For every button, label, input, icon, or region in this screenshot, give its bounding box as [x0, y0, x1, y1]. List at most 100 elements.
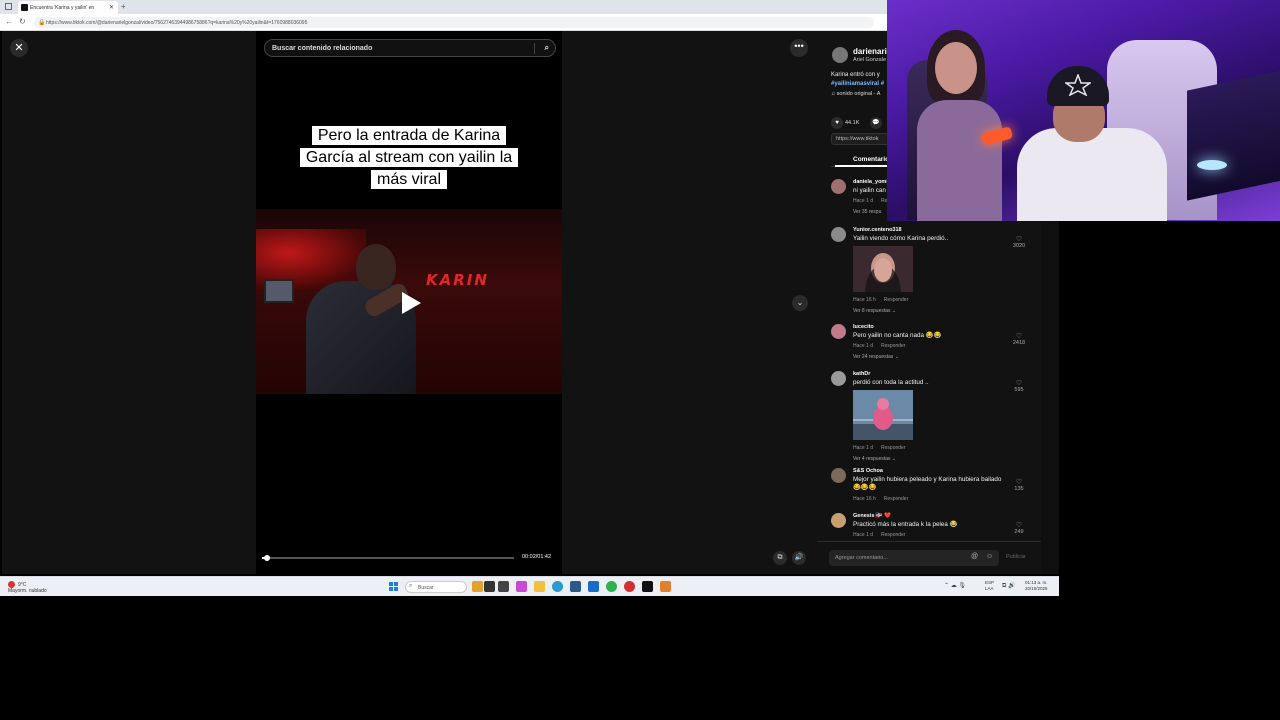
reply-button[interactable]: Responder [881, 532, 905, 538]
comment-time: Hace 16 h [853, 297, 876, 303]
comment-time: Hace 1 d [853, 343, 874, 349]
comment-like-count: 249 [1014, 529, 1024, 535]
comment-text: Mejor yailin hubiera peleado y Karina hu… [853, 476, 1002, 491]
video-caption: Pero la entrada de Karina García al stre… [294, 125, 524, 191]
taskbar-app-copilot-icon[interactable] [516, 581, 527, 592]
browser-tab[interactable]: Encuentra 'Karina y yailin' en ✕ [18, 1, 118, 14]
new-tab-button[interactable]: + [121, 2, 126, 11]
close-button[interactable]: ✕ [10, 39, 28, 57]
tiktok-icon[interactable] [642, 581, 653, 592]
comment-username[interactable]: daniela_yomi [853, 179, 888, 185]
tiktok-favicon-icon [21, 4, 28, 11]
lang-code: ESP [985, 580, 995, 585]
tab-title: Encuentra 'Karina y yailin' en [30, 5, 95, 11]
view-replies-button[interactable]: Ver 4 respuestas ⌄ [853, 456, 896, 462]
commenter-avatar[interactable] [831, 227, 846, 242]
commenter-avatar[interactable] [831, 179, 846, 194]
comment-username[interactable]: kathDr [853, 371, 870, 377]
view-replies-button[interactable]: Ver 24 respuestas ⌄ [853, 354, 899, 360]
play-icon[interactable] [396, 289, 424, 317]
comment-like[interactable]: ♡ 3020 [1007, 235, 1031, 249]
singer-head [356, 244, 396, 290]
author-avatar[interactable] [832, 47, 848, 63]
weather-widget[interactable]: 9°C Mayorm. nublado [8, 581, 47, 594]
comment-item: lucecito Pero yailin no canta nada 😂😂 Ha… [831, 324, 1031, 364]
next-video-chevron-icon[interactable]: ⌄ [792, 295, 808, 311]
comment-time: Hace 1 d [853, 198, 874, 204]
chrome-icon[interactable] [624, 581, 635, 592]
lang-layout: LAA [985, 586, 994, 591]
language-indicator[interactable]: ESP LAA [985, 580, 994, 592]
comment-like[interactable]: ♡ 135 [1007, 478, 1031, 492]
taskbar-app-files-icon[interactable] [498, 581, 509, 592]
progress-handle[interactable] [264, 555, 271, 561]
comment-like[interactable]: ♡ 595 [1007, 379, 1031, 393]
taskbar-app-task-view-icon[interactable] [484, 581, 495, 592]
network-volume-battery-icon[interactable]: ⧉ 🔊 [1002, 582, 1015, 590]
reload-icon[interactable]: ↻ [19, 17, 26, 26]
related-search-input[interactable]: Buscar contenido relacionado ⌕ [264, 39, 556, 57]
publish-button[interactable]: Publicar [1006, 554, 1026, 560]
comment-meta: Hace 16 h Responder [853, 297, 908, 303]
like-action[interactable]: ♥ 44.1K [831, 117, 859, 129]
commenter-avatar[interactable] [831, 371, 846, 386]
taskbar-app-store-icon[interactable] [570, 581, 581, 592]
picture-in-picture-icon[interactable]: ⧉ [773, 551, 787, 565]
comment-username[interactable]: lucecito [853, 324, 874, 330]
comment-meta: Hace 16 h Responder [853, 496, 908, 502]
comment-username[interactable]: S&S Ochoa [853, 468, 883, 474]
search-icon[interactable]: ⌕ [545, 43, 549, 53]
comment-icon: 💬 [869, 117, 882, 129]
stage-monitor [264, 279, 294, 303]
view-replies-button[interactable]: Ver 8 respuestas ⌄ [853, 308, 896, 314]
comment-username[interactable]: Yunior.centeno318 [853, 227, 902, 233]
comment-image[interactable] [853, 246, 913, 292]
clock[interactable]: 01:13 a. m. 20/10/2025 [1025, 580, 1048, 592]
taskbar-app-extra-icon[interactable] [660, 581, 671, 592]
comment-action[interactable]: 💬 [869, 117, 884, 129]
comment-meta: Hace 1 d Re [853, 198, 887, 204]
progress-bar[interactable] [262, 555, 514, 561]
sound-link[interactable]: ♫ sonido original - A [831, 91, 880, 97]
commenter-avatar[interactable] [831, 324, 846, 339]
volume-icon[interactable]: 🔊 [792, 551, 806, 565]
comment-composer: Agregar comentario... @ ☺ Publicar [817, 541, 1041, 574]
reply-button[interactable]: Responder [884, 297, 908, 303]
comment-image[interactable] [853, 390, 913, 440]
url-text: https://www.tiktok.com/@darienarielgonza… [46, 20, 308, 26]
commenter-avatar[interactable] [831, 513, 846, 528]
more-options-button[interactable]: ••• [790, 39, 808, 57]
taskbar-app-widgets-icon[interactable] [472, 581, 483, 592]
reply-button[interactable]: Responder [884, 496, 908, 502]
tab-close-icon[interactable]: ✕ [109, 4, 114, 11]
url-field[interactable]: 🔒 https://www.tiktok.com/@darienarielgon… [34, 17, 874, 28]
edge-browser-icon[interactable] [552, 581, 563, 592]
outlook-icon[interactable] [588, 581, 599, 592]
video-player[interactable]: Buscar contenido relacionado ⌕ KARIN Per… [256, 31, 562, 574]
comment-text: Yailin viendo cómo Karina perdió.. [853, 235, 949, 242]
comment-like[interactable]: ♡ 249 [1007, 521, 1031, 535]
taskbar-search[interactable]: ⌕ Buscar [405, 581, 467, 593]
comment-username[interactable]: Genesis 🇩🇴 ❤️ [853, 513, 891, 519]
window-menu-icon[interactable] [5, 3, 12, 10]
reply-button[interactable]: Responder [881, 445, 905, 451]
system-tray-icons[interactable]: ⌃ ☁ 🎙 [944, 582, 966, 589]
emoji-icon[interactable]: ☺ [986, 553, 993, 560]
person-right-body [1017, 128, 1167, 221]
back-icon[interactable]: ← [5, 17, 13, 26]
commenter-avatar[interactable] [831, 468, 846, 483]
comment-like-count: 3020 [1012, 243, 1026, 249]
whatsapp-icon[interactable] [606, 581, 617, 592]
author-name[interactable]: darienario [853, 47, 892, 56]
comment-text: Practicó más la entrada k la pelea 😂 [853, 521, 958, 528]
comment-meta: Hace 1 d Responder [853, 532, 905, 538]
comment-like[interactable]: ♡ 2418 [1007, 332, 1031, 346]
reply-button[interactable]: Responder [881, 343, 905, 349]
file-explorer-icon[interactable] [534, 581, 545, 592]
mention-icon[interactable]: @ [971, 553, 978, 560]
windows-start-icon[interactable] [389, 582, 399, 592]
action-row: ♥ 44.1K 💬 [831, 111, 890, 129]
view-replies-button[interactable]: Ver 35 respu [853, 209, 881, 215]
time-display: 00:02/01:42 [522, 554, 552, 560]
comment-meta: Hace 1 d Responder [853, 343, 905, 349]
